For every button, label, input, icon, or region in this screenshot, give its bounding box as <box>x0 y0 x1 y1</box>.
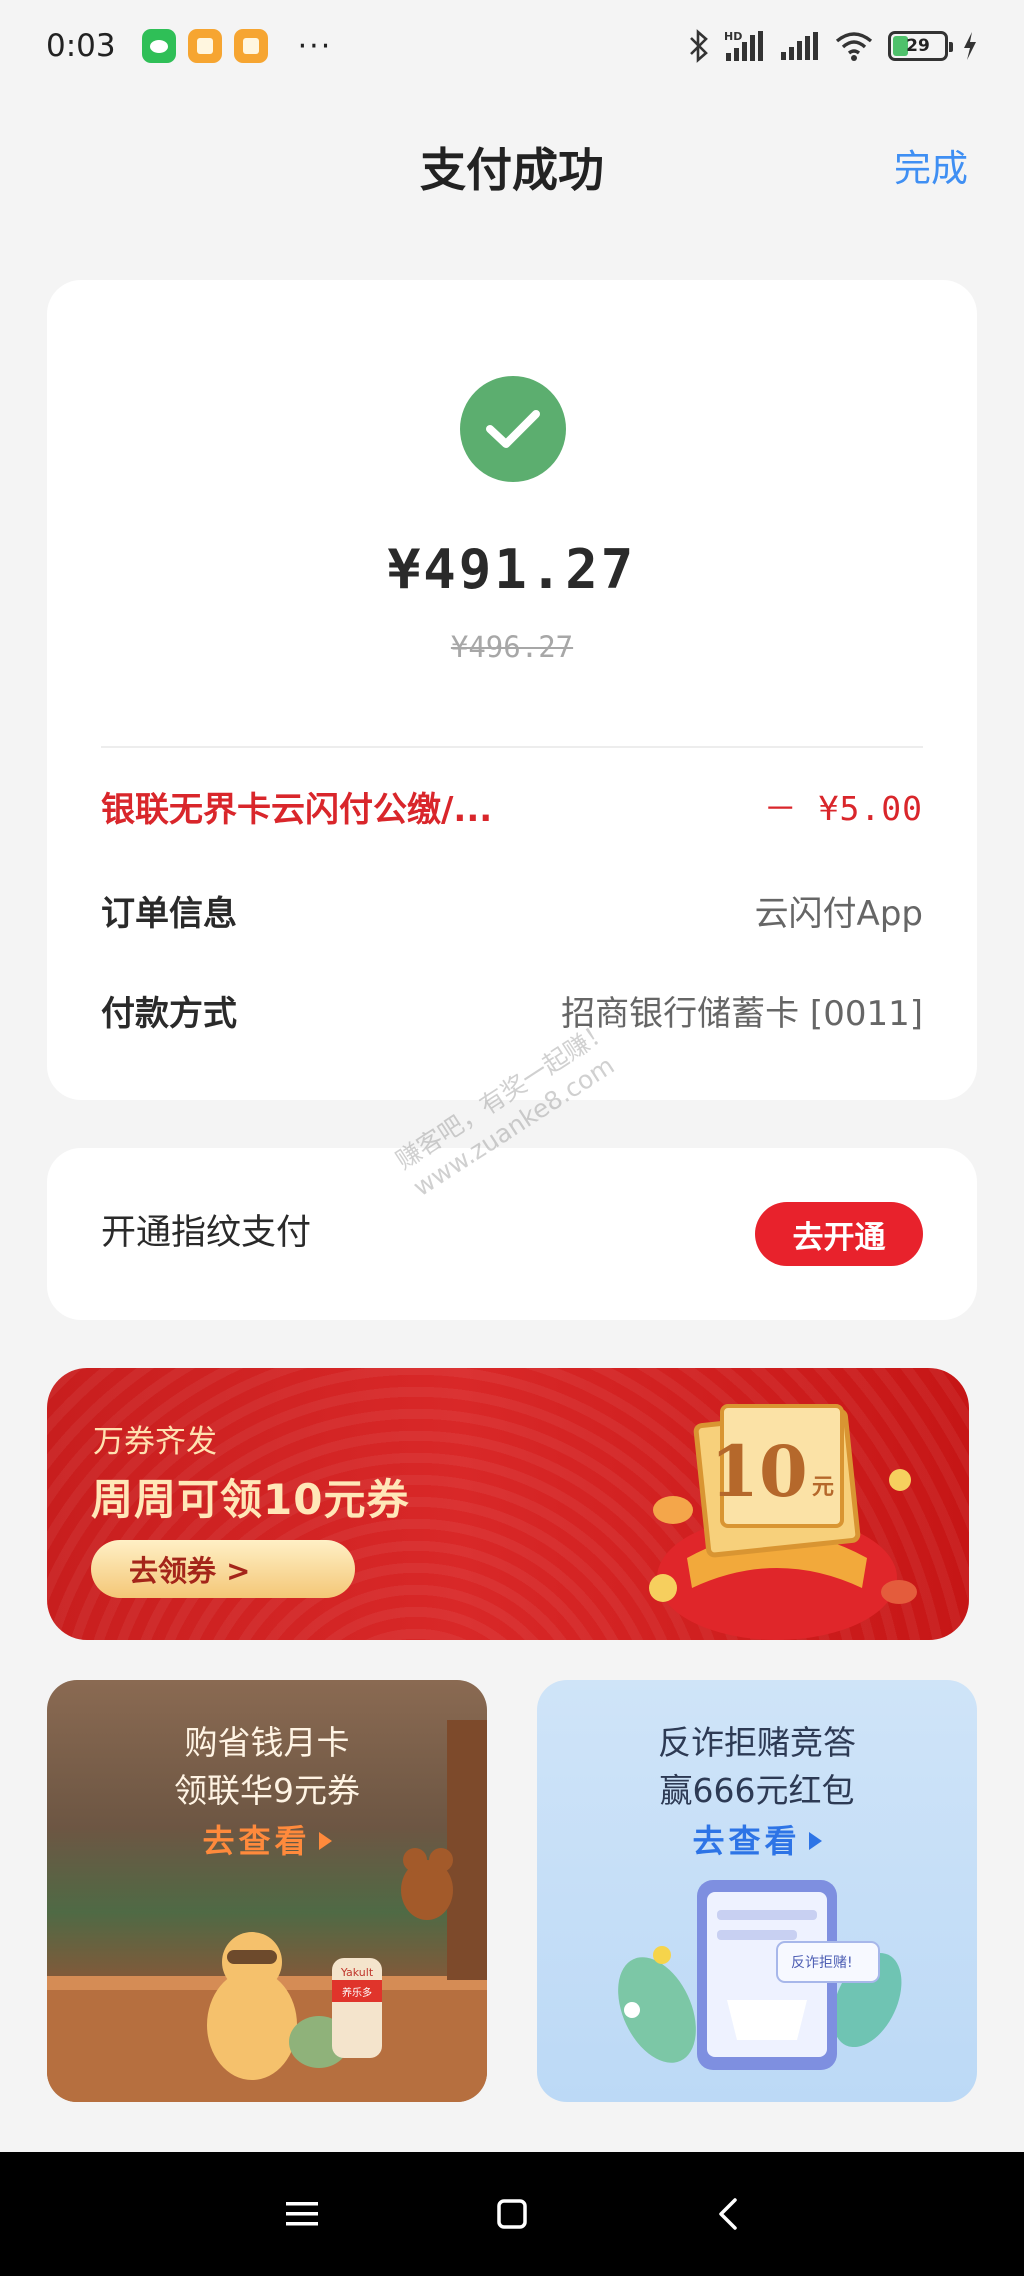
charging-icon <box>962 31 978 61</box>
red-packet-bag-icon: 10 元 <box>649 1404 917 1640</box>
coupon-banner[interactable]: 万券齐发 周周可领10元券 去领券 > 10 元 <box>47 1368 969 1640</box>
banner-subtitle: 万券齐发 <box>93 1424 217 1460</box>
claim-coupon-button[interactable]: 去领券 > <box>91 1540 355 1598</box>
discount-value: － ¥5.00 <box>763 789 923 828</box>
header: 支付成功 完成 <box>0 120 1024 210</box>
payment-method-label: 付款方式 <box>101 993 237 1034</box>
promo-card-antifraud[interactable]: 反诈拒赌! 反诈拒赌竞答 赢666元红包 去查看 <box>537 1680 977 2102</box>
original-amount: ¥496.27 <box>450 630 574 664</box>
coupon-amount: 10 <box>710 1430 807 1513</box>
page-title: 支付成功 <box>420 143 604 197</box>
back-icon[interactable] <box>706 2192 750 2236</box>
yakult-label: Yakult <box>340 1966 374 1979</box>
home-icon[interactable] <box>490 2192 534 2236</box>
status-time: 0:03 <box>46 28 116 64</box>
status-bar: 0:03 ··· HD 29 <box>0 0 1024 92</box>
order-info-row: 订单信息 云闪付App <box>101 880 923 940</box>
order-info-value: 云闪付App <box>754 893 923 934</box>
coupon-unit: 元 <box>812 1475 834 1500</box>
promo-line-1: 购省钱月卡 <box>184 1723 350 1762</box>
promo-view-link[interactable]: 去查看 <box>47 1816 487 1862</box>
done-button[interactable]: 完成 <box>894 138 968 192</box>
signal-icon <box>780 31 820 61</box>
promo-view-label: 去查看 <box>202 1822 311 1860</box>
payment-method-value: 招商银行储蓄卡 [0011] <box>561 993 923 1034</box>
promo-line-1: 反诈拒赌竞答 <box>658 1723 856 1762</box>
more-notifications-icon: ··· <box>297 28 333 64</box>
note-icon <box>233 29 268 63</box>
wifi-icon <box>834 30 874 62</box>
fingerprint-label: 开通指纹支付 <box>101 1213 312 1253</box>
promo-view-label: 去查看 <box>692 1822 801 1860</box>
success-check-icon <box>460 376 566 482</box>
divider <box>101 746 923 748</box>
promo-view-link[interactable]: 去查看 <box>537 1816 977 1862</box>
play-arrow-icon <box>318 1832 332 1850</box>
promo-line-2: 领联华9元券 <box>174 1771 360 1810</box>
fingerprint-card: 开通指纹支付 去开通 <box>47 1148 977 1320</box>
enable-fingerprint-button[interactable]: 去开通 <box>755 1202 923 1266</box>
svg-text:HD: HD <box>724 30 742 43</box>
phone-tag-label: 反诈拒赌! <box>791 1955 853 1971</box>
menu-icon[interactable] <box>280 2192 324 2236</box>
system-nav-bar <box>0 2152 1024 2276</box>
discount-label: 银联无界卡云闪付公缴/... <box>101 789 493 830</box>
play-arrow-icon <box>808 1832 822 1850</box>
signal-hd-icon: HD <box>724 29 766 63</box>
banner-title: 周周可领10元券 <box>91 1475 410 1524</box>
yakult-brand-label: 养乐多 <box>342 1986 372 1999</box>
battery-level: 29 <box>906 36 930 56</box>
payment-method-row: 付款方式 招商银行储蓄卡 [0011] <box>101 980 923 1040</box>
paid-amount: ¥491.27 <box>387 538 637 601</box>
bluetooth-icon <box>688 29 710 63</box>
order-info-label: 订单信息 <box>101 893 237 934</box>
battery-icon: 29 <box>888 31 953 61</box>
note-icon <box>187 29 222 63</box>
payment-result-card: ¥491.27 ¥496.27 银联无界卡云闪付公缴/... － ¥5.00 订… <box>47 280 977 1100</box>
promo-line-2: 赢666元红包 <box>659 1771 855 1810</box>
promo-card-monthly[interactable]: Yakult 养乐多 购省钱月卡 领联华9元券 去查看 <box>47 1680 487 2102</box>
wechat-icon <box>141 29 176 63</box>
discount-row: 银联无界卡云闪付公缴/... － ¥5.00 <box>101 776 923 836</box>
